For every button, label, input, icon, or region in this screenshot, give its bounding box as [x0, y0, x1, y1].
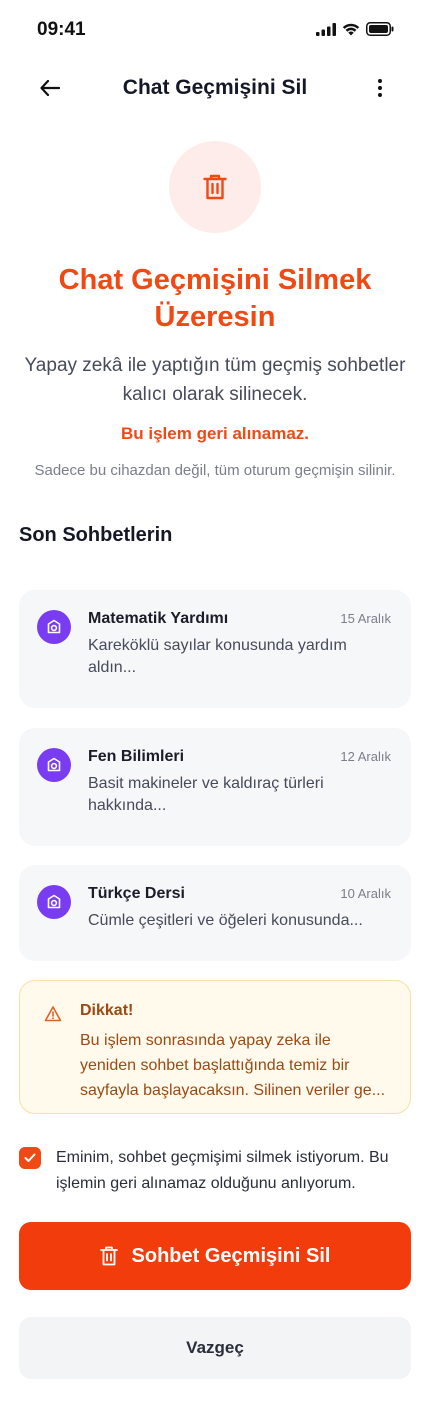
irreversible-warning: Bu işlem geri alınamaz. — [120, 424, 309, 443]
alert-text-line-2: yeniden sohbet başlattığında temiz bir — [80, 1057, 350, 1074]
signal-icon — [316, 22, 336, 36]
delete-history-button[interactable]: Sohbet Geçmişini Sil — [19, 1222, 411, 1290]
chat-item-matematik[interactable]: Matematik Yardımı 15 Aralık Kareköklü sa… — [19, 590, 411, 708]
chat-preview-line-1: Cümle çeşitleri ve öğeleri konusunda... — [88, 912, 363, 929]
confirm-checkbox[interactable] — [19, 1147, 41, 1169]
hero-title-line-1: Chat Geçmişini Silmek — [58, 264, 372, 296]
chat-preview-line-2: aldın... — [88, 659, 137, 676]
warning-alert: Dikkat! Bu işlem sonrasında yapay zeka i… — [19, 980, 411, 1114]
chat-title: Türkçe Dersi — [88, 885, 185, 902]
session-note: Sadece bu cihazdan değil, tüm oturum geç… — [34, 462, 396, 479]
confirm-label[interactable]: Eminim, sohbet geçmişimi silmek istiyoru… — [56, 1145, 414, 1197]
confirm-label-line-1: Eminim, sohbet geçmişimi silmek istiyoru… — [56, 1149, 389, 1166]
status-icons — [316, 22, 394, 36]
trash-icon — [99, 1246, 118, 1266]
confirm-label-line-2: işlemin geri alınamaz olduğunu anlıyorum… — [56, 1175, 356, 1192]
hero-icon-circle — [169, 141, 261, 233]
recent-chats-title: Son Sohbetlerin — [19, 524, 173, 546]
ai-bot-icon — [47, 619, 61, 634]
trash-icon — [203, 174, 227, 200]
warning-triangle-icon — [44, 1006, 62, 1022]
cancel-button-label: Vazgeç — [186, 1338, 244, 1357]
chat-avatar — [37, 610, 71, 644]
chat-title: Fen Bilimleri — [88, 748, 185, 765]
alert-text-line-3: sayfayla başlayacaksın. Silinen veriler … — [80, 1082, 386, 1099]
hero-description-line-2: kalıcı olarak silinecek. — [122, 384, 308, 405]
more-options-button[interactable] — [368, 74, 392, 102]
chat-title: Matematik Yardımı — [88, 610, 229, 627]
hero-title-line-2: Üzeresin — [154, 301, 276, 333]
chat-date: 12 Aralık — [340, 749, 391, 764]
chat-preview-line-1: Kareköklü sayılar konusunda yardım — [88, 637, 347, 654]
hero-description-line-1: Yapay zekâ ile yaptığın tüm geçmiş sohbe… — [24, 355, 406, 376]
delete-history-button-label: Sohbet Geçmişini Sil — [131, 1244, 331, 1267]
ai-bot-icon — [47, 757, 61, 772]
chat-preview-line-2: hakkında... — [88, 797, 167, 814]
check-icon — [24, 1153, 36, 1162]
alert-title: Dikkat! — [80, 1002, 134, 1019]
status-time: 09:41 — [37, 19, 86, 40]
alert-text-line-1: Bu işlem sonrasında yapay zeka ile — [80, 1032, 331, 1049]
chat-preview: Basit makineler ve kaldıraç türleri hakk… — [88, 773, 389, 817]
chat-preview: Kareköklü sayılar konusunda yardım aldın… — [88, 635, 389, 679]
top-nav: Chat Geçmişini Sil — [0, 64, 430, 114]
cancel-button[interactable]: Vazgeç — [19, 1317, 411, 1379]
hero-description: Yapay zekâ ile yaptığın tüm geçmiş sohbe… — [20, 351, 410, 409]
status-bar: 09:41 — [0, 0, 430, 60]
chat-date: 10 Aralık — [340, 886, 391, 901]
battery-icon — [366, 22, 394, 36]
chat-preview: Cümle çeşitleri ve öğeleri konusunda... — [88, 910, 389, 932]
alert-text: Bu işlem sonrasında yapay zeka ile yenid… — [80, 1028, 398, 1103]
chat-date: 15 Aralık — [340, 611, 391, 626]
wifi-icon — [342, 23, 360, 35]
more-vertical-icon — [378, 79, 382, 97]
chat-item-turkce[interactable]: Türkçe Dersi 10 Aralık Cümle çeşitleri v… — [19, 865, 411, 961]
page-title: Chat Geçmişini Sil — [122, 76, 308, 99]
chat-avatar — [37, 885, 71, 919]
hero-title: Chat Geçmişini Silmek Üzeresin — [30, 262, 400, 336]
ai-bot-icon — [47, 894, 61, 909]
chat-avatar — [37, 748, 71, 782]
chat-preview-line-1: Basit makineler ve kaldıraç türleri — [88, 775, 324, 792]
chat-item-fen[interactable]: Fen Bilimleri 12 Aralık Basit makineler … — [19, 728, 411, 846]
